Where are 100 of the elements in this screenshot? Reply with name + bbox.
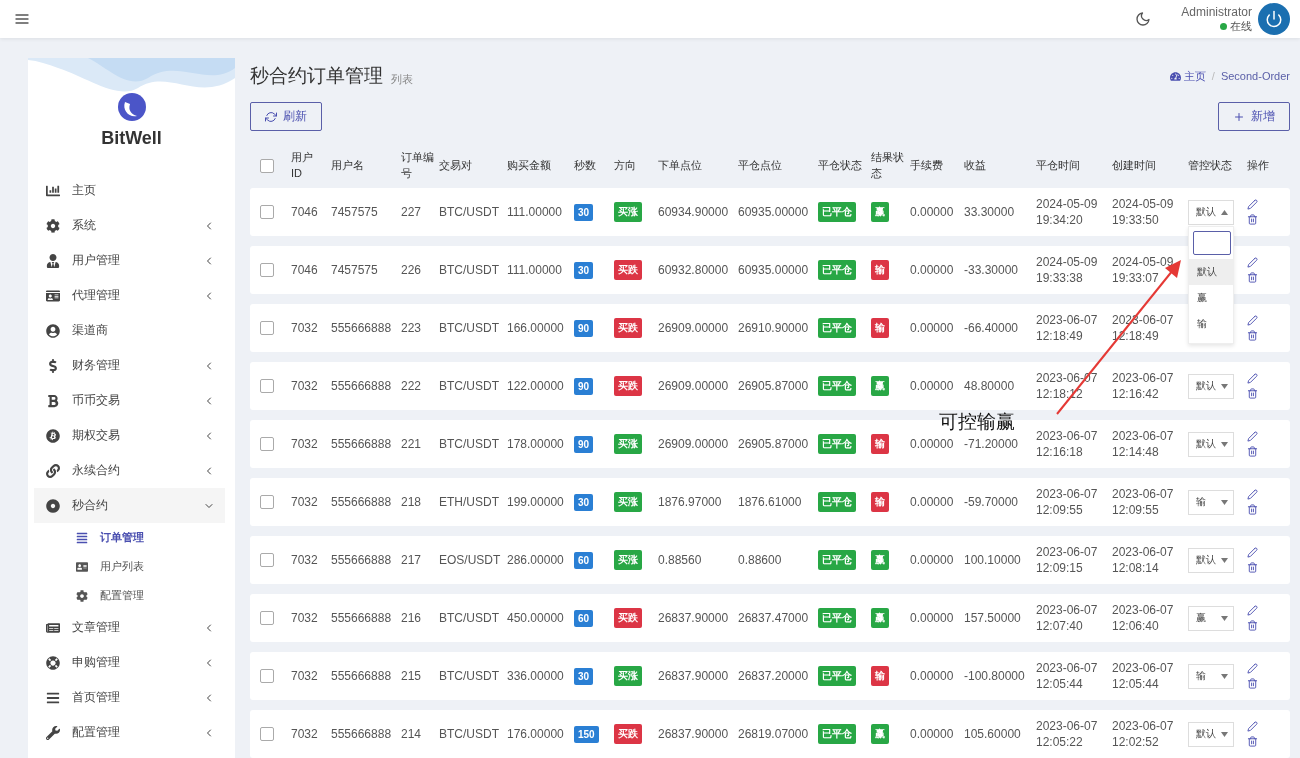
- sidebar-item[interactable]: 代理管理: [34, 278, 225, 313]
- sidebar-item[interactable]: 首页管理: [34, 680, 225, 715]
- checkbox[interactable]: [260, 727, 274, 741]
- direction-badge: 买跌: [614, 318, 642, 338]
- status-badge: 已平仓: [818, 608, 856, 628]
- status-select[interactable]: 赢: [1188, 605, 1234, 631]
- edit-icon[interactable]: [1247, 489, 1258, 500]
- caret-icon: [1221, 441, 1228, 447]
- submenu-item[interactable]: 用户列表: [28, 552, 235, 581]
- sidebar-item[interactable]: 文章管理: [34, 610, 225, 645]
- table-cell-text: 0.88560: [658, 553, 703, 567]
- table-cell-text: BTC/USDT: [439, 321, 500, 335]
- submenu-item[interactable]: 订单管理: [28, 523, 235, 552]
- seconds-badge: 150: [574, 725, 599, 743]
- sidebar-item[interactable]: 永续合约: [34, 453, 225, 488]
- column-header: 平仓状态: [818, 157, 863, 173]
- avatar[interactable]: [1258, 3, 1290, 35]
- sidebar-item[interactable]: 主页: [34, 173, 225, 208]
- sidebar-item[interactable]: 渠道商: [34, 313, 225, 348]
- checkbox[interactable]: [260, 437, 274, 451]
- sidebar-item[interactable]: 申购管理: [34, 645, 225, 680]
- delete-icon[interactable]: [1247, 620, 1258, 631]
- caret-icon: [1221, 499, 1228, 505]
- table-cell-text: 7032: [291, 379, 319, 393]
- status-select[interactable]: 默认: [1188, 721, 1234, 747]
- checkbox[interactable]: [260, 553, 274, 567]
- sidebar-item[interactable]: 用户管理: [34, 243, 225, 278]
- sidebar-item[interactable]: 秒合约: [34, 488, 225, 523]
- add-button[interactable]: 新增: [1218, 102, 1290, 131]
- edit-icon[interactable]: [1247, 605, 1258, 616]
- status-select[interactable]: 默认: [1188, 547, 1234, 573]
- table-cell-text: 7457575: [331, 205, 379, 219]
- table-cell-text: 26909.00000: [658, 321, 730, 335]
- table-cell-text: 111.00000: [507, 205, 563, 219]
- delete-icon[interactable]: [1247, 272, 1258, 283]
- status-select[interactable]: 默认: [1188, 431, 1234, 457]
- checkbox[interactable]: [260, 263, 274, 277]
- sidebar-item[interactable]: 配置管理: [34, 715, 225, 750]
- status-select[interactable]: 输: [1188, 663, 1234, 689]
- status-select[interactable]: 默认: [1188, 199, 1234, 225]
- checkbox[interactable]: [260, 158, 274, 173]
- refresh-button[interactable]: 刷新: [250, 102, 322, 131]
- delete-icon[interactable]: [1247, 388, 1258, 399]
- breadcrumb-link[interactable]: 主页: [1169, 68, 1206, 84]
- result-badge: 输: [871, 260, 889, 280]
- table-cell-text: 26837.47000: [738, 611, 810, 625]
- column-header: 管控状态: [1188, 157, 1233, 173]
- table-cell-text: 450.00000: [507, 611, 565, 625]
- dropdown-option[interactable]: 默认: [1189, 258, 1233, 285]
- status-badge: 已平仓: [818, 666, 856, 686]
- sidebar-item[interactable]: 财务管理: [34, 348, 225, 383]
- edit-icon[interactable]: [1247, 199, 1258, 210]
- delete-icon[interactable]: [1247, 504, 1258, 515]
- delete-icon[interactable]: [1247, 214, 1258, 225]
- edit-icon[interactable]: [1247, 663, 1258, 674]
- sidebar-item[interactable]: 期权交易: [34, 418, 225, 453]
- checkbox[interactable]: [260, 321, 274, 335]
- dropdown-option[interactable]: 输: [1189, 310, 1233, 337]
- table-cell-text: 60935.00000: [738, 205, 810, 219]
- column-header: 方向: [614, 157, 637, 173]
- status-select[interactable]: 输: [1188, 489, 1234, 515]
- checkbox[interactable]: [260, 379, 274, 393]
- edit-icon[interactable]: [1247, 373, 1258, 384]
- status-badge: 已平仓: [818, 724, 856, 744]
- table-cell-text: 0.00000: [910, 727, 955, 741]
- table-cell-text: 0.00000: [910, 379, 955, 393]
- table-cell-text: 222: [401, 379, 423, 393]
- delete-icon[interactable]: [1247, 736, 1258, 747]
- column-header: 订单编号: [401, 150, 435, 181]
- table-cell-text: 2024-05-09 19:33:38: [1036, 253, 1099, 287]
- menu-icon[interactable]: [14, 11, 30, 27]
- edit-icon[interactable]: [1247, 431, 1258, 442]
- checkbox[interactable]: [260, 669, 274, 683]
- checkbox[interactable]: [260, 495, 274, 509]
- delete-icon[interactable]: [1247, 678, 1258, 689]
- submenu-item[interactable]: 配置管理: [28, 581, 235, 610]
- search-field[interactable]: [1193, 230, 1231, 255]
- dropdown-option[interactable]: 赢: [1189, 284, 1233, 311]
- status-select[interactable]: 默认: [1188, 373, 1234, 399]
- column-header: 用户 ID: [291, 150, 314, 181]
- table-cell-text: 26837.90000: [658, 727, 730, 741]
- delete-icon[interactable]: [1247, 562, 1258, 573]
- checkbox[interactable]: [260, 611, 274, 625]
- moon-icon[interactable]: [1135, 11, 1152, 27]
- edit-icon[interactable]: [1247, 547, 1258, 558]
- table-cell-text: 2023-06-07 12:05:22: [1036, 717, 1099, 751]
- status-badge: 已平仓: [818, 492, 856, 512]
- checkbox[interactable]: [260, 205, 274, 219]
- table-cell-text: BTC/USDT: [439, 611, 500, 625]
- delete-icon[interactable]: [1247, 330, 1258, 341]
- table-cell-text: 26837.20000: [738, 669, 810, 683]
- sidebar-item[interactable]: 币币交易: [34, 383, 225, 418]
- edit-icon[interactable]: [1247, 721, 1258, 732]
- sidebar-item[interactable]: 系统: [34, 208, 225, 243]
- table-cell-text: -100.80000: [964, 669, 1026, 683]
- table-cell-text: BTC/USDT: [439, 379, 500, 393]
- table-cell-text: 199.00000: [507, 495, 565, 509]
- edit-icon[interactable]: [1247, 315, 1258, 326]
- delete-icon[interactable]: [1247, 446, 1258, 457]
- edit-icon[interactable]: [1247, 257, 1258, 268]
